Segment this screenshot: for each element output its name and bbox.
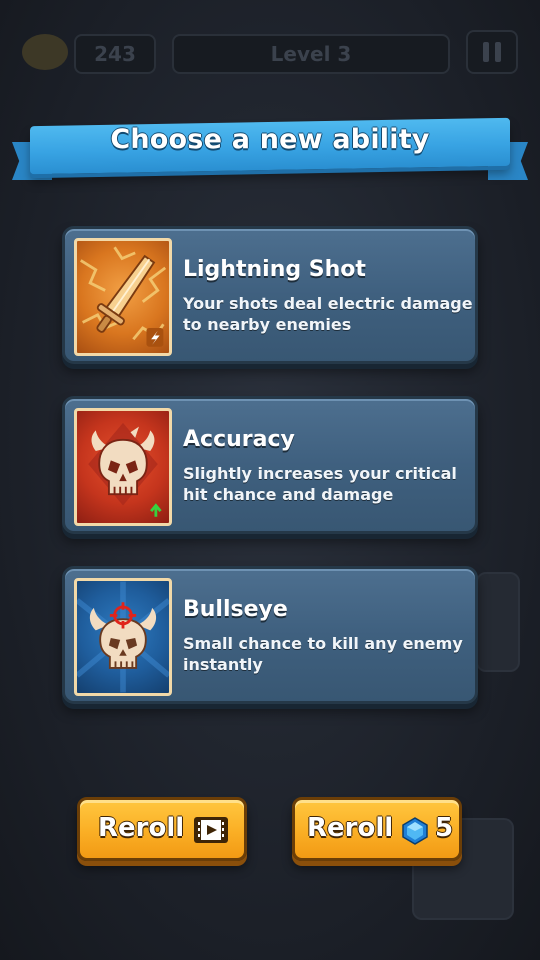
- coins-icon: [22, 34, 68, 70]
- reroll-label: Reroll: [307, 813, 394, 843]
- blue-gem-icon: [402, 817, 428, 845]
- level-label: Level 3: [270, 42, 352, 66]
- ability-description: Small chance to kill any enemy instantly: [183, 634, 463, 674]
- side-slot: [476, 572, 520, 672]
- ability-name: Accuracy: [183, 427, 295, 452]
- pause-icon: [483, 42, 501, 62]
- level-indicator: Level 3: [172, 34, 450, 74]
- banner-title: Choose a new ability: [110, 124, 430, 155]
- skull-crosshair-icon: [74, 578, 172, 696]
- ability-name: Bullseye: [183, 597, 288, 622]
- gem-cost: 5: [435, 813, 454, 843]
- coin-count: 243: [94, 42, 136, 66]
- ability-card-bullseye[interactable]: Bullseye Small chance to kill any enemy …: [62, 566, 478, 704]
- reroll-video-button[interactable]: Reroll: [77, 797, 247, 861]
- ability-description: Your shots deal electric damage to nearb…: [183, 294, 473, 334]
- video-clapper-icon: [194, 817, 228, 843]
- pause-button: [466, 30, 518, 74]
- reroll-gem-button[interactable]: Reroll 5: [292, 797, 462, 861]
- title-banner: Choose a new ability: [12, 117, 528, 190]
- ability-name: Lightning Shot: [183, 257, 366, 282]
- ability-card-accuracy[interactable]: Accuracy Slightly increases your critica…: [62, 396, 478, 534]
- ability-description: Slightly increases your critical hit cha…: [183, 464, 457, 504]
- reroll-label: Reroll: [98, 813, 185, 843]
- lightning-sword-icon: [74, 238, 172, 356]
- ability-card-lightning-shot[interactable]: Lightning Shot Your shots deal electric …: [62, 226, 478, 364]
- skull-upgrade-icon: [74, 408, 172, 526]
- coin-counter: 243: [74, 34, 156, 74]
